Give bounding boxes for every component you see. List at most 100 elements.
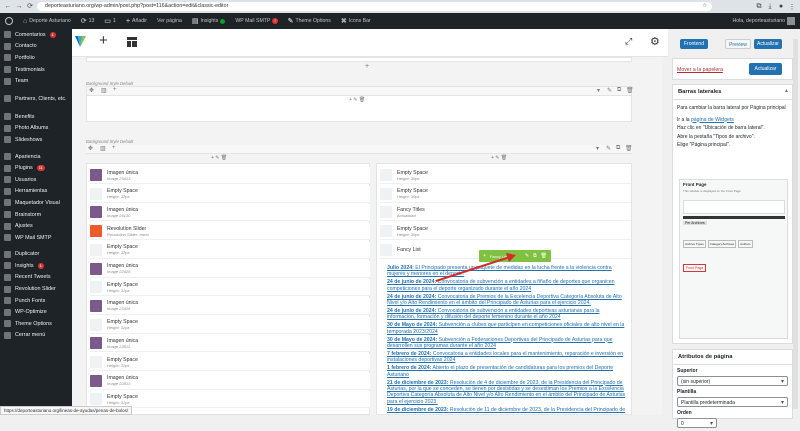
sidebar-item[interactable]: Recent Tweets xyxy=(0,272,72,284)
address-bar[interactable]: deporteasturiano.org/wp-admin/post.php?p… xyxy=(37,2,712,11)
scrollbar[interactable] xyxy=(793,39,798,409)
add-icon[interactable]: + xyxy=(112,145,116,151)
update-top-button[interactable]: Actualizar xyxy=(754,39,782,49)
toggle-icon[interactable]: ▾ xyxy=(596,145,599,152)
delete-icon[interactable]: 🗑 xyxy=(625,145,633,152)
sidebar-item[interactable]: Theme Options xyxy=(0,318,72,330)
module-item[interactable]: Empty SpaceHeight: 30px xyxy=(380,223,632,240)
template-select[interactable]: Plantilla predeterminada xyxy=(677,397,788,407)
columns-icon[interactable]: ▥ xyxy=(100,145,106,152)
module-item[interactable]: Empty SpaceHeight: 30px xyxy=(380,167,632,184)
settings-gear-icon[interactable]: ⚙ xyxy=(650,35,660,48)
download-icon[interactable]: ⤓ xyxy=(766,3,774,11)
extensions-icon[interactable]: ⧉ xyxy=(755,3,763,11)
add-icon[interactable]: + xyxy=(113,87,117,93)
module-item[interactable]: Empty SpaceHeight: 32px xyxy=(90,354,370,371)
module-item[interactable]: Imagen únicaImage 22426 xyxy=(90,298,370,315)
clone-icon[interactable]: ⧉ xyxy=(533,253,537,259)
module-item[interactable]: Empty SpaceHeight: 32px xyxy=(90,186,370,203)
comments-link[interactable]: ▭1 xyxy=(99,13,121,29)
update-button[interactable]: Actualizar xyxy=(749,63,782,75)
order-input[interactable]: 0 xyxy=(677,418,717,428)
clone-icon[interactable]: ⧉ xyxy=(617,87,621,94)
module-item[interactable]: Empty SpaceHeight: 30px xyxy=(380,186,632,203)
back-icon[interactable]: ← xyxy=(4,3,12,11)
news-link[interactable]: 30 de Mayo de 2024: Subvención a Federac… xyxy=(387,337,629,350)
add-row-icon[interactable]: + xyxy=(365,63,369,70)
news-link[interactable]: 1 febrero de 2024: Abierto el plazo de p… xyxy=(387,365,629,378)
view-page-link[interactable]: Ver página xyxy=(152,13,187,29)
sidebar-item[interactable]: Herramientas xyxy=(0,186,72,198)
delete-icon[interactable]: 🗑 xyxy=(541,253,547,259)
star-icon[interactable]: ☆ xyxy=(702,2,707,11)
templates-icon[interactable] xyxy=(127,37,137,47)
sidebar-item[interactable]: Portfolio xyxy=(0,52,72,64)
menu-icon[interactable]: ⋮ xyxy=(788,3,796,11)
sidebar-item[interactable]: Plugins11 xyxy=(0,162,72,174)
sidebar-item[interactable]: Revolution Slider xyxy=(0,283,72,295)
sidebar-item[interactable]: Contacto xyxy=(0,41,72,53)
right-column-controls[interactable]: + ✎ 🗑 xyxy=(491,155,507,161)
parent-select[interactable]: (sin superior) xyxy=(677,376,788,386)
reload-icon[interactable]: ⟳ xyxy=(26,3,34,11)
news-link[interactable]: Julio 2024: El Principado presenta un pa… xyxy=(387,265,629,278)
module-item[interactable]: Fancy TitlesActualidad xyxy=(380,204,632,221)
account-link[interactable]: Hola, deporteasturiano xyxy=(728,13,800,29)
news-link[interactable]: 24 de junio de 2024: Convocatoria de sub… xyxy=(387,308,629,321)
sidebar-item[interactable]: Insights1 xyxy=(0,260,72,272)
news-link[interactable]: 21 de diciembre de 2023: Resolución de 4… xyxy=(387,380,629,406)
module-item[interactable]: Imagen únicaImage 22425 xyxy=(90,261,370,278)
move-icon[interactable]: ✥ xyxy=(88,145,93,152)
module-item[interactable]: Empty SpaceHeight: 32px xyxy=(90,317,370,334)
news-link[interactable]: 24 de junio de 2024: Convocatoria de Pre… xyxy=(387,294,629,307)
module-item[interactable]: Empty SpaceHeight: 32px xyxy=(90,242,370,259)
news-link[interactable]: 7 febrero de 2024: Convocatoria a entida… xyxy=(387,351,629,364)
site-name-link[interactable]: ⌂Deporte Asturiano xyxy=(18,13,76,29)
element-hover-toolbar[interactable]: + Fancy List ✎ ⧉ 🗑 xyxy=(479,250,551,262)
module-item[interactable]: Imagen únicaImage 26130 xyxy=(90,204,370,221)
delete-icon[interactable]: 🗑 xyxy=(626,87,634,94)
sidebar-item[interactable]: WP Mail SMTP xyxy=(0,232,72,244)
preview-button[interactable]: Preview xyxy=(725,39,751,49)
news-link[interactable]: 19 de diciembre de 2023: Resolución de 1… xyxy=(387,407,629,413)
news-link[interactable]: 24 de junio de 2024: Convocatoria de sub… xyxy=(387,279,629,292)
sidebar-item[interactable]: Partners, Clients, etc. xyxy=(0,87,72,111)
widgets-link[interactable]: página de Widgets xyxy=(691,117,734,123)
edit-icon[interactable]: ✎ xyxy=(606,145,611,152)
move-icon[interactable]: ✥ xyxy=(89,87,94,94)
wp-logo-button[interactable] xyxy=(0,13,18,29)
sidebar-item[interactable]: Testimonials xyxy=(0,64,72,76)
sidebar-item[interactable]: Usuarios xyxy=(0,174,72,186)
sidebar-item[interactable]: Comentarios1 xyxy=(0,29,72,41)
edit-icon[interactable]: ✎ xyxy=(607,87,612,94)
frontend-button[interactable]: Frontend xyxy=(680,39,708,49)
news-link[interactable]: 30 de Mayo de 2024: Subvención a clubes … xyxy=(387,322,629,335)
module-item[interactable]: Imagen únicaImage 23413 xyxy=(90,167,370,184)
sidebar-item[interactable]: Cerrar menú xyxy=(0,330,72,342)
insights-link[interactable]: ▤Insights xyxy=(187,13,231,29)
module-item[interactable]: Revolution SliderRevolution Slider: Inic… xyxy=(90,223,370,240)
icons-bar-link[interactable]: ✖Icons Bar xyxy=(336,13,376,29)
wp-mail-smtp-link[interactable]: WP Mail SMTP! xyxy=(230,13,282,29)
add-element-icon[interactable]: + xyxy=(99,32,108,49)
sidebar-item[interactable]: Punch Fonts xyxy=(0,295,72,307)
columns-icon[interactable]: ▥ xyxy=(101,87,107,94)
add-icon[interactable]: + xyxy=(483,253,486,259)
sidebar-item[interactable]: Maquetador Visual xyxy=(0,197,72,209)
trash-link[interactable]: Mover a la papelera xyxy=(677,67,723,73)
toggle-icon[interactable]: ▾ xyxy=(597,87,600,94)
sidebar-item[interactable]: Apariencia xyxy=(0,151,72,163)
module-item[interactable]: Imagen únicaImage 22813 xyxy=(90,373,370,390)
module-item[interactable]: Imagen únicaImage 22811 xyxy=(90,335,370,352)
sidebar-item[interactable]: Duplicator xyxy=(0,249,72,261)
theme-options-link[interactable]: ✎Theme Options xyxy=(283,13,336,29)
sidebar-item[interactable]: WP-Optimize xyxy=(0,306,72,318)
forward-icon[interactable]: → xyxy=(15,3,23,11)
sidebar-item[interactable]: Team xyxy=(0,75,72,87)
module-item[interactable]: Empty SpaceHeight: 32px xyxy=(90,279,370,296)
collapse-icon[interactable]: ▴ xyxy=(785,87,788,94)
sidebar-item[interactable]: Slideshows xyxy=(0,134,72,146)
sidebar-item[interactable]: Benefits xyxy=(0,111,72,123)
sidebar-item[interactable]: Ajustes xyxy=(0,220,72,232)
updates-link[interactable]: ⟳13 xyxy=(76,13,100,29)
